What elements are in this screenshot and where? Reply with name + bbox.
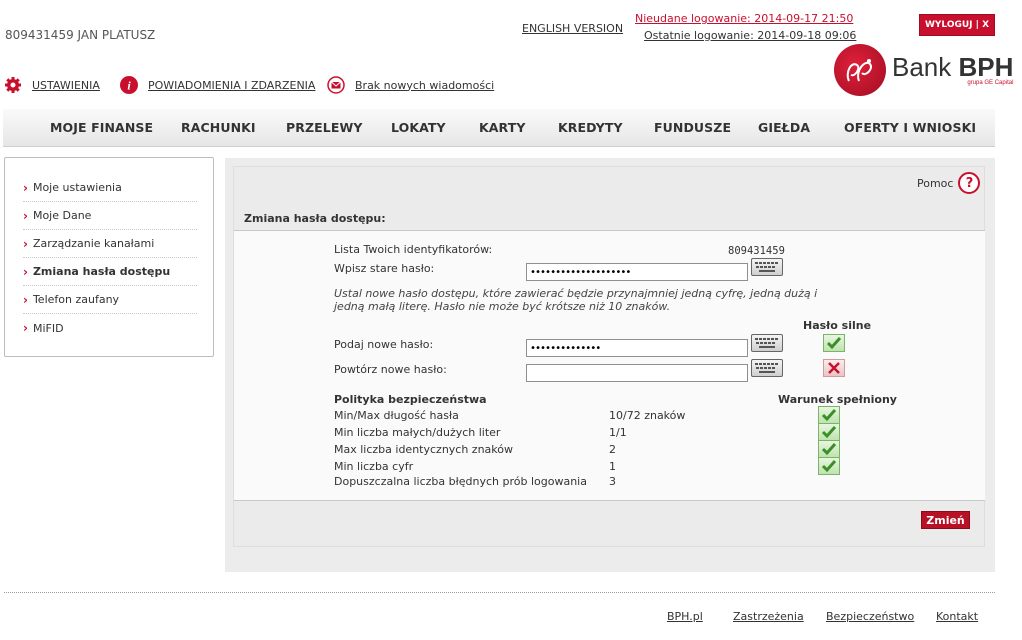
chevron-right-icon: › (23, 321, 28, 335)
footer-link-bezpieczenstwo[interactable]: Bezpieczeństwo (826, 610, 914, 623)
repeat-password-input[interactable] (526, 364, 748, 382)
sidebar-item-label: MiFID (32, 321, 64, 335)
bank-logo[interactable]: Bank BPH grupa GE Capital (834, 44, 1013, 96)
messages-link[interactable]: Brak nowych wiadomości (327, 76, 494, 94)
new-password-label: Podaj nowe hasło: (334, 338, 434, 351)
divider (234, 500, 985, 501)
keyboard-icon[interactable] (751, 334, 783, 352)
nav-rachunki[interactable]: RACHUNKI (181, 120, 256, 135)
policy-value: 2 (609, 443, 616, 456)
sidebar-item-moje-ustawienia[interactable]: › Moje ustawienia (23, 174, 197, 202)
old-password-input[interactable]: •••••••••••••••••••• (526, 263, 748, 281)
footer-divider (4, 592, 995, 593)
sidebar-item-telefon-zaufany[interactable]: › Telefon zaufany (23, 286, 197, 314)
nav-gielda[interactable]: GIEŁDA (758, 120, 810, 135)
bank-name-bph: BPH (958, 51, 1014, 82)
failed-login-link[interactable]: Nieudane logowanie: 2014-09-17 21:50 (635, 12, 853, 25)
old-password-label: Wpisz stare hasło: (334, 262, 435, 275)
policy-value: 1 (609, 460, 616, 473)
condition-title: Warunek spełniony (778, 393, 897, 406)
password-rules-line1: Ustal nowe hasło dostępu, które zawierać… (334, 287, 818, 300)
user-id-label: 809431459 JAN PLATUSZ (5, 28, 156, 42)
change-password-button[interactable]: Zmień (921, 511, 970, 529)
help-link[interactable]: Pomoc ? (917, 172, 981, 194)
english-version-link[interactable]: ENGLISH VERSION (522, 22, 623, 35)
policy-name: Min/Max długość hasła (334, 409, 459, 422)
footer-link-kontakt[interactable]: Kontakt (936, 610, 978, 623)
notifications-label[interactable]: POWIADOMIENIA I ZDARZENIA (148, 79, 315, 92)
page-title: Zmiana hasła dostępu: (244, 212, 386, 225)
settings-label[interactable]: USTAWIENIA (32, 79, 100, 92)
sidebar-item-label: Moje Dane (32, 209, 92, 222)
nav-oferty[interactable]: OFERTY I WNIOSKI (844, 120, 976, 135)
repeat-password-label: Powtórz nowe hasło: (334, 363, 447, 376)
policy-value: 3 (609, 475, 616, 488)
check-icon (818, 423, 840, 441)
help-icon[interactable]: ? (958, 172, 981, 194)
messages-label[interactable]: Brak nowych wiadomości (355, 79, 494, 92)
bank-logo-emblem (834, 44, 886, 96)
chevron-right-icon: › (23, 292, 28, 307)
policy-name: Max liczba identycznych znaków (334, 443, 514, 456)
last-login-link[interactable]: Ostatnie logowanie: 2014-09-18 09:06 (644, 29, 856, 42)
footer-link-zastrzezenia[interactable]: Zastrzeżenia (733, 610, 804, 623)
bank-tagline: grupa GE Capital (967, 79, 1014, 86)
nav-moje-finanse[interactable]: MOJE FINANSE (50, 120, 153, 135)
policy-name: Dopuszczalna liczba błędnych prób logowa… (334, 475, 587, 488)
nav-karty[interactable]: KARTY (479, 120, 526, 135)
strength-label: Hasło silne (803, 319, 872, 332)
policy-value: 1/1 (609, 426, 627, 439)
policy-title: Polityka bezpieczeństwa (334, 393, 487, 406)
sidebar: › Moje ustawienia › Moje Dane › Zarządzanie… (4, 157, 214, 357)
policy-name: Min liczba cyfr (334, 460, 414, 473)
policy-name: Min liczba małych/dużych liter (334, 426, 501, 439)
logout-button[interactable]: WYLOGUJ | X (919, 14, 995, 36)
info-icon: i (120, 76, 138, 94)
sidebar-item-mifid[interactable]: › MiFID (23, 314, 197, 342)
password-rules-line2: jedną małą literę. Hasło nie może być kr… (334, 300, 671, 313)
sidebar-item-zarzadzanie-kanalami[interactable]: › Zarządzanie kanałami (23, 230, 197, 258)
nav-kredyty[interactable]: KREDYTY (558, 120, 623, 135)
cross-icon (823, 359, 845, 377)
policy-value: 10/72 znaków (609, 409, 686, 422)
keyboard-icon[interactable] (751, 359, 783, 377)
ids-value: 809431459 (728, 245, 785, 257)
bank-name: Bank BPH grupa GE Capital (892, 51, 1014, 86)
sidebar-item-label: Telefon zaufany (32, 293, 120, 306)
chevron-right-icon: › (23, 236, 28, 251)
sidebar-item-label: Moje ustawienia (32, 181, 122, 194)
nav-fundusze[interactable]: FUNDUSZE (654, 120, 731, 135)
chevron-right-icon: › (23, 264, 28, 279)
check-icon (818, 406, 840, 424)
sidebar-item-zmiana-hasla[interactable]: › Zmiana hasła dostępu (23, 258, 197, 286)
check-icon (818, 440, 840, 458)
help-label[interactable]: Pomoc (917, 177, 953, 190)
keyboard-icon[interactable] (751, 258, 783, 276)
check-icon (818, 457, 840, 475)
notifications-link[interactable]: i POWIADOMIENIA I ZDARZENIA (120, 76, 315, 94)
nav-przelewy[interactable]: PRZELEWY (286, 120, 363, 135)
gear-icon (4, 76, 22, 94)
sidebar-item-label: Zmiana hasła dostępu (32, 265, 171, 278)
sidebar-item-label: Zarządzanie kanałami (32, 237, 155, 250)
sidebar-item-moje-dane[interactable]: › Moje Dane (23, 202, 197, 230)
check-icon (823, 334, 845, 352)
nav-lokaty[interactable]: LOKATY (391, 120, 446, 135)
ids-label: Lista Twoich identyfikatorów: (334, 243, 493, 256)
bank-name-text: Bank (892, 51, 952, 82)
chevron-right-icon: › (23, 208, 28, 223)
new-password-input[interactable]: •••••••••••••• (526, 339, 748, 357)
chevron-right-icon: › (23, 180, 28, 195)
footer-link-bph[interactable]: BPH.pl (667, 610, 703, 623)
settings-link[interactable]: USTAWIENIA (4, 76, 100, 94)
main-nav: MOJE FINANSE RACHUNKI PRZELEWY LOKATY KA… (3, 109, 995, 147)
mail-icon (327, 76, 345, 94)
